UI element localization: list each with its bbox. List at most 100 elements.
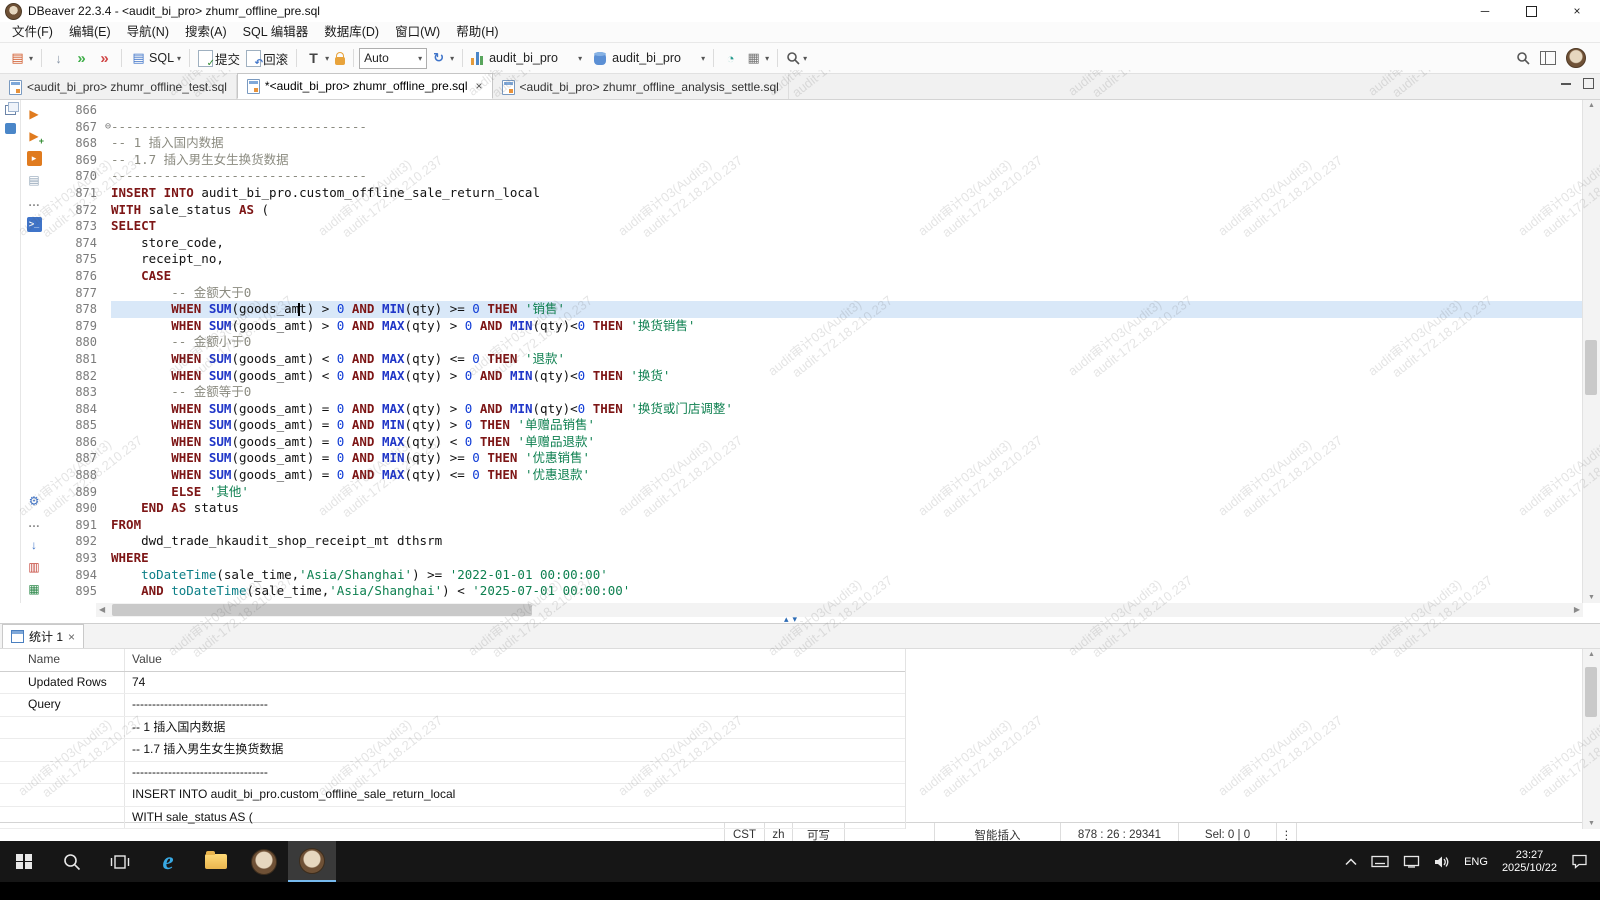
- maximize-window-button[interactable]: [1508, 0, 1554, 22]
- execute-sql-new-tab-icon[interactable]: ▶+: [26, 128, 42, 144]
- execute-button[interactable]: »: [70, 48, 93, 69]
- more-actions-icon[interactable]: …: [26, 194, 42, 210]
- code-text[interactable]: WITH sale_status AS (: [111, 202, 1582, 219]
- code-line-894[interactable]: 894 toDateTime(sale_time,'Asia/Shanghai'…: [47, 567, 1582, 584]
- commit-mode-combo[interactable]: Auto ▾: [359, 48, 427, 69]
- table-row[interactable]: Query----------------------------------: [0, 694, 905, 717]
- table-row[interactable]: ----------------------------------: [0, 762, 905, 785]
- editor-splitter[interactable]: ◀ ▶ ▴ ▾: [0, 603, 1600, 623]
- code-text[interactable]: WHEN SUM(goods_amt) > 0 AND MAX(qty) > 0…: [111, 318, 1582, 335]
- scroll-right-icon[interactable]: ▶: [1574, 605, 1580, 614]
- table-row[interactable]: WITH sale_status AS (: [0, 807, 905, 830]
- code-line-868[interactable]: 868-- 1 插入国内数据: [47, 135, 1582, 152]
- transaction-mode-button[interactable]: T ▾: [302, 48, 332, 69]
- code-line-887[interactable]: 887 WHEN SUM(goods_amt) = 0 AND MIN(qty)…: [47, 450, 1582, 467]
- code-text[interactable]: ----------------------------------: [111, 119, 1582, 136]
- refresh-button[interactable]: ↻ ▾: [427, 48, 457, 69]
- scroll-left-icon[interactable]: ◀: [99, 605, 105, 614]
- sash-up-icon[interactable]: ▴: [784, 615, 789, 623]
- code-line-880[interactable]: 880 -- 金额小于0: [47, 334, 1582, 351]
- menu-item-5[interactable]: SQL 编辑器: [235, 22, 317, 42]
- code-text[interactable]: -- 金额大于0: [111, 285, 1582, 302]
- menu-item-7[interactable]: 窗口(W): [387, 22, 448, 42]
- clock-widget[interactable]: 23:27 2025/10/22: [1495, 841, 1564, 882]
- search-menu-button[interactable]: ▾: [783, 49, 810, 67]
- code-text[interactable]: AND toDateTime(sale_time,'Asia/Shanghai'…: [111, 583, 1582, 600]
- editor-vertical-scrollbar[interactable]: ▲ ▼: [1582, 100, 1600, 603]
- language-indicator[interactable]: ENG: [1457, 841, 1495, 882]
- code-text[interactable]: ----------------------------------: [111, 168, 1582, 185]
- code-text[interactable]: receipt_no,: [111, 251, 1582, 268]
- code-text[interactable]: dwd_trade_hkaudit_shop_receipt_mt dthsrm: [111, 533, 1582, 550]
- scrollbar-thumb[interactable]: [112, 604, 532, 616]
- more-tools-icon[interactable]: …: [26, 515, 42, 531]
- code-line-878[interactable]: 878 WHEN SUM(goods_amt) > 0 AND MIN(qty)…: [47, 301, 1582, 318]
- code-line-869[interactable]: 869-- 1.7 插入男生女生换货数据: [47, 152, 1582, 169]
- code-line-883[interactable]: 883 -- 金额等于0: [47, 384, 1582, 401]
- code-text[interactable]: WHEN SUM(goods_amt) > 0 AND MIN(qty) >= …: [111, 301, 1582, 318]
- connection-selector[interactable]: audit_bi_pro ▾: [468, 49, 585, 67]
- autocommit-lock-button[interactable]: [332, 50, 348, 67]
- table-row[interactable]: Updated Rows74: [0, 672, 905, 695]
- scroll-up-icon[interactable]: ▲: [1583, 651, 1600, 658]
- rollback-button[interactable]: ↶ 回滚: [243, 47, 291, 70]
- new-sql-editor-button[interactable]: ▤ ▾: [6, 48, 36, 69]
- code-text[interactable]: WHEN SUM(goods_amt) = 0 AND MAX(qty) < 0…: [111, 434, 1582, 451]
- menu-item-8[interactable]: 帮助(H): [448, 22, 506, 42]
- menu-item-4[interactable]: 搜索(A): [177, 22, 235, 42]
- start-button[interactable]: [0, 841, 48, 882]
- code-text[interactable]: WHEN SUM(goods_amt) < 0 AND MAX(qty) > 0…: [111, 368, 1582, 385]
- menu-item-3[interactable]: 导航(N): [119, 22, 177, 42]
- abort-button[interactable]: »: [93, 48, 116, 69]
- fetch-next-button[interactable]: ↓: [47, 48, 70, 69]
- editor-tab-3[interactable]: <audit_bi_pro> zhumr_offline_analysis_se…: [493, 75, 789, 99]
- code-line-873[interactable]: 873SELECT: [47, 218, 1582, 235]
- code-text[interactable]: toDateTime(sale_time,'Asia/Shanghai') >=…: [111, 567, 1582, 584]
- code-text[interactable]: WHEN SUM(goods_amt) < 0 AND MAX(qty) <= …: [111, 351, 1582, 368]
- edge-browser-button[interactable]: e: [144, 841, 192, 882]
- code-text[interactable]: -- 1 插入国内数据: [111, 135, 1582, 152]
- minimize-editor-icon[interactable]: [1561, 83, 1571, 85]
- dbeaver-taskbar-button-2[interactable]: [288, 841, 336, 882]
- code-line-881[interactable]: 881 WHEN SUM(goods_amt) < 0 AND MAX(qty)…: [47, 351, 1582, 368]
- action-center-button[interactable]: [1564, 841, 1600, 882]
- menu-item-1[interactable]: 文件(F): [4, 22, 61, 42]
- maximize-editor-icon[interactable]: [1583, 78, 1594, 89]
- code-line-879[interactable]: 879 WHEN SUM(goods_amt) > 0 AND MAX(qty)…: [47, 318, 1582, 335]
- editor-settings-icon[interactable]: ⚙: [26, 493, 42, 509]
- table-row[interactable]: INSERT INTO audit_bi_pro.custom_offline_…: [0, 784, 905, 807]
- code-line-891[interactable]: 891FROM: [47, 517, 1582, 534]
- network-button[interactable]: [1396, 841, 1427, 882]
- code-line-870[interactable]: 870----------------------------------: [47, 168, 1582, 185]
- code-text[interactable]: ELSE '其他': [111, 484, 1582, 501]
- code-line-871[interactable]: 871INSERT INTO audit_bi_pro.custom_offli…: [47, 185, 1582, 202]
- close-window-button[interactable]: ×: [1554, 0, 1600, 22]
- scroll-down-icon[interactable]: ▼: [1583, 594, 1600, 601]
- code-line-886[interactable]: 886 WHEN SUM(goods_amt) = 0 AND MAX(qty)…: [47, 434, 1582, 451]
- sql-console-icon[interactable]: >_: [26, 216, 42, 232]
- table-row[interactable]: -- 1.7 插入男生女生换货数据: [0, 739, 905, 762]
- code-text[interactable]: -- 金额等于0: [111, 384, 1582, 401]
- task-view-button[interactable]: [96, 841, 144, 882]
- code-line-876[interactable]: 876 CASE: [47, 268, 1582, 285]
- sash-collapse-buttons[interactable]: ▴ ▾: [784, 615, 797, 623]
- execute-script-icon[interactable]: ▸: [26, 150, 42, 166]
- sql-menu-button[interactable]: ▤ SQL ▾: [127, 48, 184, 69]
- code-line-882[interactable]: 882 WHEN SUM(goods_amt) < 0 AND MAX(qty)…: [47, 368, 1582, 385]
- code-line-889[interactable]: 889 ELSE '其他': [47, 484, 1582, 501]
- menu-item-2[interactable]: 编辑(E): [61, 22, 119, 42]
- grid-view-button[interactable]: ▦ ▾: [742, 48, 772, 69]
- error-log-icon[interactable]: ▥: [26, 559, 42, 575]
- column-header-value[interactable]: Value: [125, 649, 905, 671]
- code-text[interactable]: store_code,: [111, 235, 1582, 252]
- sql-code-editor[interactable]: 866867⊖---------------------------------…: [47, 100, 1582, 603]
- results-vertical-scrollbar[interactable]: ▲ ▼: [1582, 649, 1600, 829]
- code-line-875[interactable]: 875 receipt_no,: [47, 251, 1582, 268]
- editor-horizontal-scrollbar[interactable]: ◀ ▶: [96, 603, 1583, 617]
- time-zone-button[interactable]: ◔: [719, 48, 742, 69]
- explain-plan-icon[interactable]: ▤: [26, 172, 42, 188]
- code-text[interactable]: WHEN SUM(goods_amt) = 0 AND MIN(qty) > 0…: [111, 417, 1582, 434]
- code-line-872[interactable]: 872WITH sale_status AS (: [47, 202, 1582, 219]
- code-text[interactable]: WHEN SUM(goods_amt) = 0 AND MIN(qty) >= …: [111, 450, 1582, 467]
- database-navigator-icon[interactable]: [5, 123, 16, 134]
